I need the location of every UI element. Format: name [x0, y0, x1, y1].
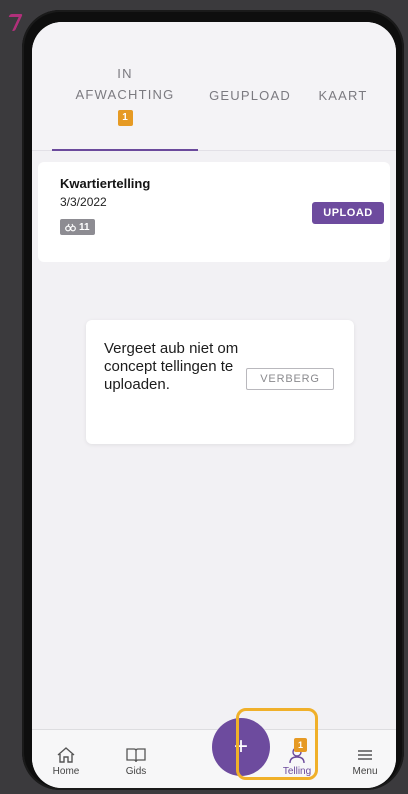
card-title: Kwartiertelling — [60, 176, 151, 191]
nav-menu[interactable]: Menu — [342, 730, 388, 788]
binoculars-icon — [65, 223, 76, 231]
home-icon — [57, 747, 75, 763]
corner-marker — [2, 14, 23, 31]
count-card[interactable]: Kwartiertelling 3/3/2022 11 UPLOAD — [38, 162, 390, 262]
reminder-popup: Vergeet aub niet om concept tellingen te… — [86, 320, 354, 444]
nav-telling[interactable]: 1 Telling — [258, 730, 336, 788]
tab-label-line1: IN — [117, 66, 133, 81]
hide-button[interactable]: VERBERG — [246, 368, 334, 390]
upload-button[interactable]: UPLOAD — [312, 202, 384, 224]
tab-label: KAART — [318, 88, 368, 103]
tab-kaart[interactable]: KAART — [302, 22, 384, 150]
card-date: 3/3/2022 — [60, 195, 107, 209]
app-screen: IN AFWACHTING 1 GEUPLOAD KAART Kwartiert… — [32, 22, 396, 788]
nav-gids-label: Gids — [125, 766, 147, 777]
nav-telling-label: Telling — [282, 766, 312, 777]
tab-label-line2: AFWACHTING — [75, 87, 175, 102]
add-count-button[interactable]: + — [212, 718, 270, 776]
tab-label: GEUPLOAD — [209, 88, 291, 103]
tab-count-badge: 1 — [117, 110, 133, 126]
tab-in-afwachting[interactable]: IN AFWACHTING 1 — [52, 22, 198, 151]
tab-geupload[interactable]: GEUPLOAD — [198, 22, 302, 150]
hamburger-menu-icon — [358, 750, 372, 760]
tab-bar: IN AFWACHTING 1 GEUPLOAD KAART — [32, 22, 396, 151]
nav-count-badge: 1 — [294, 738, 307, 752]
nav-gids[interactable]: Gids — [112, 730, 160, 788]
nav-menu-label: Menu — [352, 766, 378, 777]
book-icon — [126, 748, 146, 763]
reminder-text: Vergeet aub niet om concept tellingen te… — [104, 340, 239, 393]
nav-home-label: Home — [52, 766, 80, 777]
nav-home[interactable]: Home — [46, 730, 86, 788]
phone-frame: IN AFWACHTING 1 GEUPLOAD KAART Kwartiert… — [22, 10, 404, 790]
active-tab-indicator — [52, 149, 198, 151]
chip-count: 11 — [79, 221, 90, 233]
observation-count-chip: 11 — [60, 219, 95, 235]
